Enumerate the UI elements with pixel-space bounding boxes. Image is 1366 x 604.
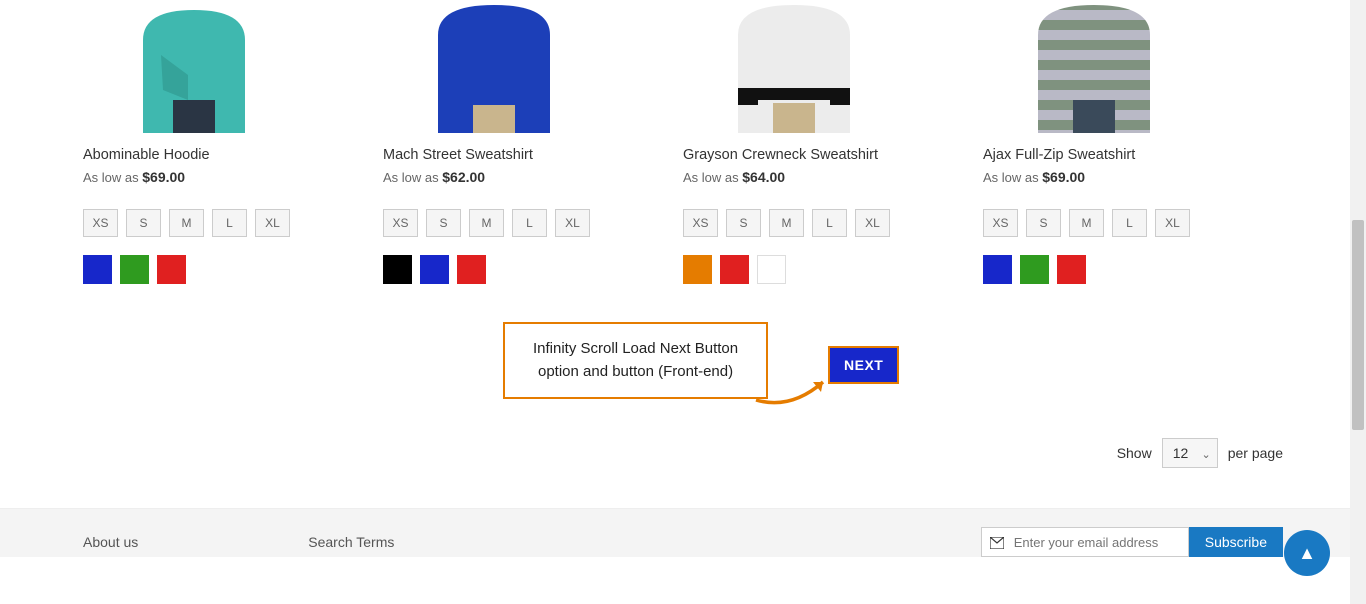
newsletter-input-wrap bbox=[981, 527, 1189, 557]
product-grid: Abominable Hoodie As low as $69.00 XS S … bbox=[83, 0, 1283, 292]
product-name[interactable]: Ajax Full-Zip Sweatshirt bbox=[983, 147, 1263, 163]
next-button[interactable]: NEXT bbox=[828, 346, 899, 384]
size-swatch-l[interactable]: L bbox=[512, 209, 547, 237]
product-price: $62.00 bbox=[442, 169, 485, 185]
color-swatch-blue[interactable] bbox=[83, 255, 112, 284]
size-swatch-xl[interactable]: XL bbox=[255, 209, 290, 237]
chevron-down-icon: ⌄ bbox=[1202, 448, 1211, 461]
scrollbar-thumb[interactable] bbox=[1352, 220, 1364, 430]
color-swatch-red[interactable] bbox=[157, 255, 186, 284]
product-image[interactable] bbox=[383, 0, 605, 133]
size-swatch-l[interactable]: L bbox=[812, 209, 847, 237]
as-low-as-label: As low as bbox=[983, 170, 1039, 185]
color-swatch-black[interactable] bbox=[383, 255, 412, 284]
size-swatch-l[interactable]: L bbox=[1112, 209, 1147, 237]
page-footer: About us Search Terms Subscribe bbox=[0, 508, 1366, 557]
product-image[interactable] bbox=[983, 0, 1205, 133]
product-price-row: As low as $69.00 bbox=[983, 169, 1263, 185]
color-swatch-blue[interactable] bbox=[983, 255, 1012, 284]
color-swatch-red[interactable] bbox=[720, 255, 749, 284]
as-low-as-label: As low as bbox=[383, 170, 439, 185]
color-swatches bbox=[83, 255, 363, 284]
show-label: Show bbox=[1117, 445, 1152, 461]
as-low-as-label: As low as bbox=[683, 170, 739, 185]
product-price: $69.00 bbox=[142, 169, 185, 185]
vertical-scrollbar[interactable] bbox=[1350, 0, 1366, 604]
color-swatch-orange[interactable] bbox=[683, 255, 712, 284]
scroll-to-top-button[interactable]: ▲ bbox=[1284, 530, 1330, 576]
product-card: Grayson Crewneck Sweatshirt As low as $6… bbox=[683, 0, 983, 292]
product-image[interactable] bbox=[683, 0, 905, 133]
subscribe-button[interactable]: Subscribe bbox=[1189, 527, 1283, 557]
size-swatches: XS S M L XL bbox=[83, 209, 363, 237]
color-swatch-red[interactable] bbox=[457, 255, 486, 284]
page-limit-select[interactable]: 12 ⌄ bbox=[1162, 438, 1218, 468]
per-page-label: per page bbox=[1228, 445, 1283, 461]
size-swatch-xs[interactable]: XS bbox=[383, 209, 418, 237]
size-swatches: XS S M L XL bbox=[383, 209, 663, 237]
color-swatch-green[interactable] bbox=[120, 255, 149, 284]
product-price-row: As low as $64.00 bbox=[683, 169, 963, 185]
size-swatches: XS S M L XL bbox=[683, 209, 963, 237]
color-swatch-green[interactable] bbox=[1020, 255, 1049, 284]
color-swatch-red[interactable] bbox=[1057, 255, 1086, 284]
product-price: $64.00 bbox=[742, 169, 785, 185]
color-swatch-blue[interactable] bbox=[420, 255, 449, 284]
color-swatch-white[interactable] bbox=[757, 255, 786, 284]
size-swatch-m[interactable]: M bbox=[769, 209, 804, 237]
size-swatch-xs[interactable]: XS bbox=[983, 209, 1018, 237]
size-swatch-xl[interactable]: XL bbox=[1155, 209, 1190, 237]
size-swatch-xl[interactable]: XL bbox=[855, 209, 890, 237]
annotation-callout: Infinity Scroll Load Next Button option … bbox=[503, 322, 768, 399]
size-swatch-s[interactable]: S bbox=[126, 209, 161, 237]
annotation-line1: Infinity Scroll Load Next Button bbox=[533, 338, 738, 361]
product-price-row: As low as $62.00 bbox=[383, 169, 663, 185]
size-swatch-s[interactable]: S bbox=[426, 209, 461, 237]
size-swatches: XS S M L XL bbox=[983, 209, 1263, 237]
pager-toolbar: Show 12 ⌄ per page bbox=[83, 438, 1283, 468]
color-swatches bbox=[383, 255, 663, 284]
footer-link-search-terms[interactable]: Search Terms bbox=[308, 534, 394, 550]
size-swatch-l[interactable]: L bbox=[212, 209, 247, 237]
product-name[interactable]: Grayson Crewneck Sweatshirt bbox=[683, 147, 963, 163]
size-swatch-s[interactable]: S bbox=[726, 209, 761, 237]
size-swatch-xs[interactable]: XS bbox=[683, 209, 718, 237]
footer-link-about[interactable]: About us bbox=[83, 534, 138, 550]
product-card: Ajax Full-Zip Sweatshirt As low as $69.0… bbox=[983, 0, 1283, 292]
product-price: $69.00 bbox=[1042, 169, 1085, 185]
size-swatch-m[interactable]: M bbox=[169, 209, 204, 237]
triangle-up-icon: ▲ bbox=[1298, 543, 1316, 564]
product-card: Abominable Hoodie As low as $69.00 XS S … bbox=[83, 0, 383, 292]
newsletter-form: Subscribe bbox=[981, 527, 1283, 557]
product-name[interactable]: Abominable Hoodie bbox=[83, 147, 363, 163]
size-swatch-xl[interactable]: XL bbox=[555, 209, 590, 237]
color-swatches bbox=[683, 255, 963, 284]
as-low-as-label: As low as bbox=[83, 170, 139, 185]
size-swatch-s[interactable]: S bbox=[1026, 209, 1061, 237]
product-card: Mach Street Sweatshirt As low as $62.00 … bbox=[383, 0, 683, 292]
size-swatch-m[interactable]: M bbox=[1069, 209, 1104, 237]
annotation-area: Infinity Scroll Load Next Button option … bbox=[83, 322, 1283, 402]
color-swatches bbox=[983, 255, 1263, 284]
page-limit-value: 12 bbox=[1173, 445, 1189, 461]
product-image[interactable] bbox=[83, 0, 305, 133]
annotation-line2: option and button (Front-end) bbox=[533, 361, 738, 384]
size-swatch-xs[interactable]: XS bbox=[83, 209, 118, 237]
newsletter-email-input[interactable] bbox=[1012, 534, 1188, 551]
product-name[interactable]: Mach Street Sweatshirt bbox=[383, 147, 663, 163]
product-price-row: As low as $69.00 bbox=[83, 169, 363, 185]
envelope-icon bbox=[990, 536, 1004, 554]
size-swatch-m[interactable]: M bbox=[469, 209, 504, 237]
